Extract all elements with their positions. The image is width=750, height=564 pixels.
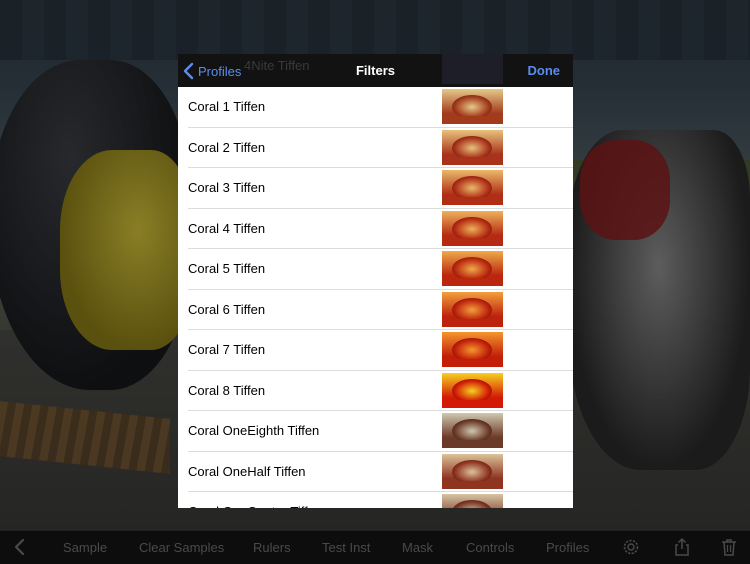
filter-list[interactable]: Coral 1 Tiffen Coral 2 Tiffen Coral 3 Tiff…: [178, 87, 573, 508]
filters-popover: 4Nite Tiffen Profiles Filters Done Coral…: [178, 54, 573, 508]
filter-label: Coral 6 Tiffen: [188, 301, 266, 317]
thumbnail-track: [442, 237, 503, 246]
filter-label: Coral 3 Tiffen: [188, 180, 266, 195]
bottom-toolbar: Sample Clear Samples Rulers Test Inst Ma…: [0, 530, 750, 564]
filter-preview-thumbnail: [442, 291, 503, 327]
filter-preview-thumbnail: [442, 170, 503, 205]
filter-preview-thumbnail: [442, 413, 503, 448]
thumbnail-track: [442, 278, 503, 286]
profiles-button[interactable]: Profiles: [546, 540, 589, 555]
filter-label: Coral 1 Tiffen: [188, 99, 266, 114]
done-button[interactable]: Done: [528, 63, 561, 78]
filter-preview-thumbnail: [442, 129, 503, 165]
clear-samples-button[interactable]: Clear Samples: [139, 540, 224, 555]
filter-row[interactable]: Coral 3 Tiffen: [188, 168, 573, 209]
filter-preview-thumbnail: [442, 372, 503, 408]
thumbnail-track: [442, 480, 503, 489]
ghost-thumbnail: [442, 54, 503, 84]
filter-row[interactable]: Coral 1 Tiffen: [188, 87, 573, 128]
filter-label: Coral OneHalf Tiffen: [188, 463, 306, 479]
thumbnail-track: [442, 318, 503, 327]
controls-button[interactable]: Controls: [466, 540, 514, 555]
filter-preview-thumbnail: [442, 494, 503, 508]
trash-icon[interactable]: [719, 537, 739, 557]
filter-row[interactable]: Coral 8 Tiffen: [188, 371, 573, 411]
filter-preview-thumbnail: [442, 251, 503, 286]
rulers-button[interactable]: Rulers: [253, 540, 291, 555]
thumbnail-track: [442, 156, 503, 165]
test-inst-button[interactable]: Test Inst: [322, 540, 370, 555]
filter-label: Coral OneEighth Tiffen: [188, 423, 320, 438]
back-to-profiles-button[interactable]: Profiles: [182, 62, 241, 80]
filter-preview-thumbnail: [442, 89, 503, 124]
gear-icon[interactable]: [621, 537, 641, 557]
filter-row[interactable]: Coral 5 Tiffen: [188, 249, 573, 290]
filter-preview-thumbnail: [442, 332, 503, 367]
share-icon[interactable]: [672, 537, 692, 557]
filter-row[interactable]: Coral 6 Tiffen: [188, 290, 573, 330]
thumbnail-track: [442, 359, 503, 367]
filter-label: Coral 4 Tiffen: [188, 220, 266, 236]
thumbnail-track: [442, 116, 503, 124]
filter-label: Coral 5 Tiffen: [188, 261, 266, 276]
chevron-left-icon[interactable]: [10, 537, 30, 557]
filter-row[interactable]: Coral 2 Tiffen: [188, 128, 573, 168]
sample-button[interactable]: Sample: [63, 540, 107, 555]
mask-button[interactable]: Mask: [402, 540, 433, 555]
filter-label: Coral 8 Tiffen: [188, 382, 266, 398]
filter-label: Coral 7 Tiffen: [188, 342, 266, 357]
thumbnail-track: [442, 399, 503, 408]
filter-label: Coral OneQuater Tiffen: [188, 504, 322, 508]
thumbnail-track: [442, 197, 503, 205]
chevron-left-icon: [183, 62, 194, 80]
filter-row[interactable]: Coral OneQuater Tiffen: [188, 492, 573, 508]
filter-row[interactable]: Coral 7 Tiffen: [188, 330, 573, 371]
filter-row[interactable]: Coral 4 Tiffen: [188, 209, 573, 249]
ghost-row-label: 4Nite Tiffen: [244, 58, 310, 73]
filter-preview-thumbnail: [442, 453, 503, 489]
filter-label: Coral 2 Tiffen: [188, 139, 266, 155]
filter-row[interactable]: Coral OneHalf Tiffen: [188, 452, 573, 492]
filter-row[interactable]: Coral OneEighth Tiffen: [188, 411, 573, 452]
popover-nav-bar: 4Nite Tiffen Profiles Filters Done: [178, 54, 573, 87]
filter-preview-thumbnail: [442, 210, 503, 246]
thumbnail-track: [442, 440, 503, 448]
thumbnail-subject: [452, 500, 492, 508]
back-button-label: Profiles: [198, 63, 242, 79]
